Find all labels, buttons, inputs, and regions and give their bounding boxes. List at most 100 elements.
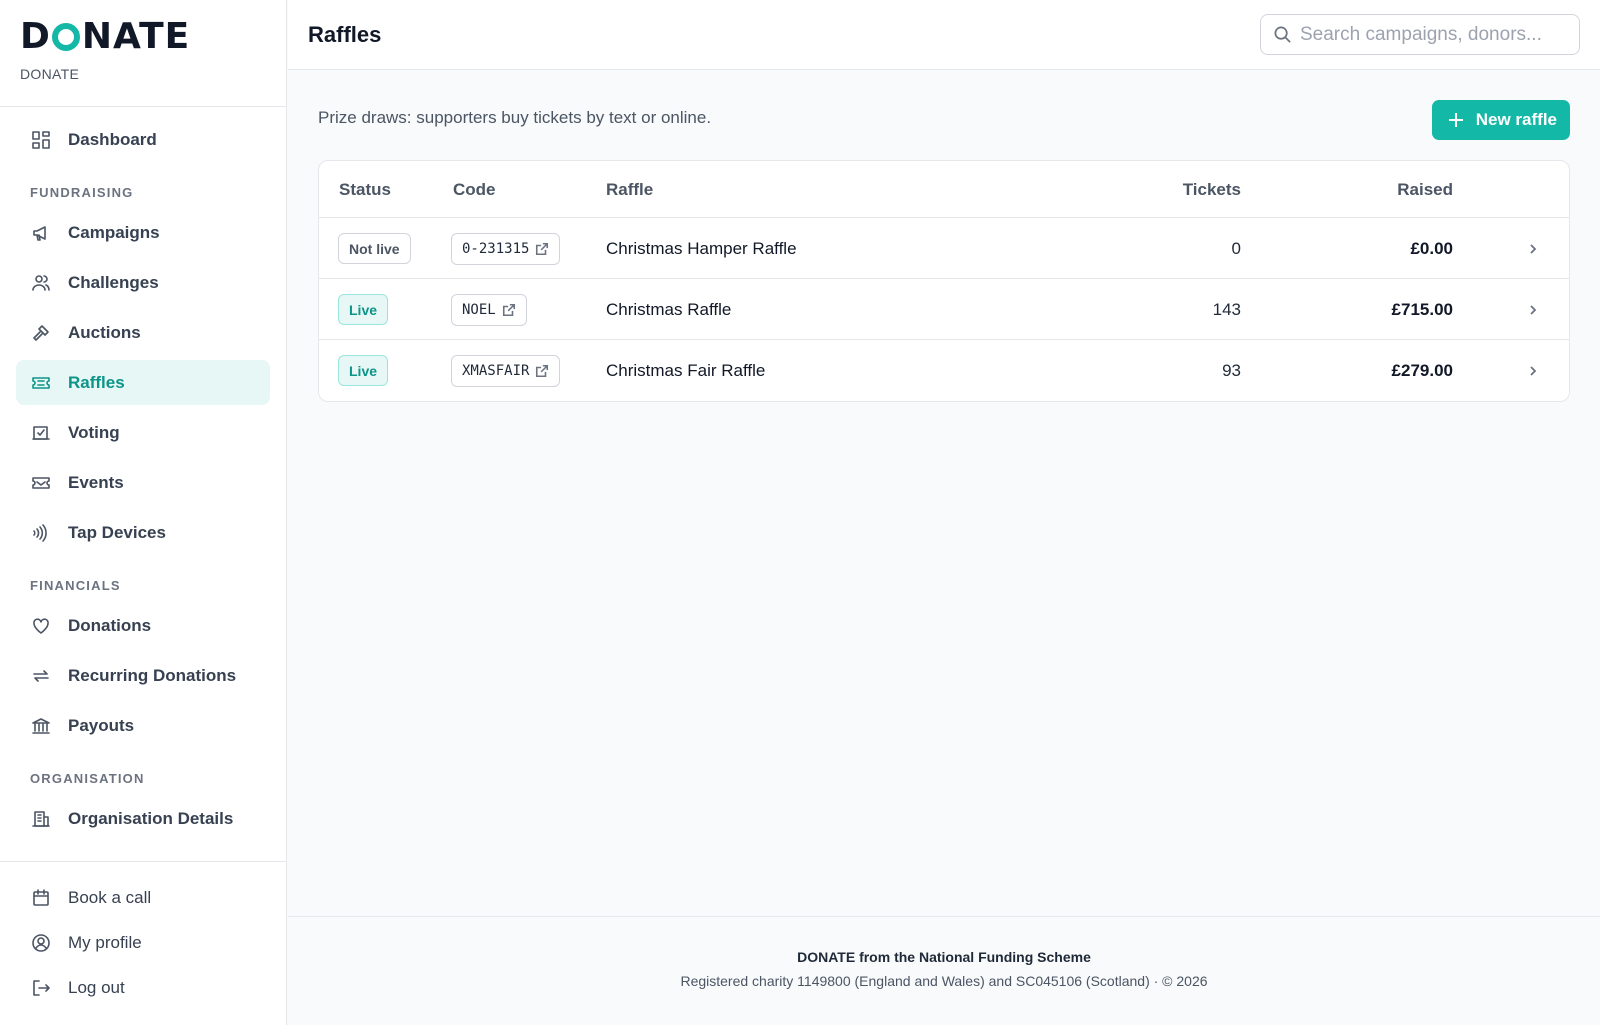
ticket-event-icon: [30, 472, 52, 494]
status-badge: Live: [338, 355, 389, 386]
raffle-code: NOEL: [462, 301, 496, 318]
sidebar-item-label: Dashboard: [68, 129, 157, 149]
sidebar-bottom-nav: Book a call My profile Log out: [0, 861, 287, 1013]
external-link-icon: [536, 242, 549, 255]
chevron-right-icon[interactable]: [1526, 218, 1540, 279]
chevron-right-icon[interactable]: [1526, 340, 1540, 401]
sidebar-item-label: Book a call: [68, 888, 152, 907]
sidebar-item-label: Auctions: [68, 322, 141, 342]
sidebar-item-my-profile[interactable]: My profile: [16, 923, 271, 963]
raffle-code-link[interactable]: XMASFAIR: [451, 354, 561, 387]
page-description: Prize draws: supporters buy tickets by t…: [318, 108, 712, 127]
calendar-icon: [30, 887, 52, 909]
tickets-count: 93: [1222, 360, 1241, 380]
footer-registration: Registered charity 1149800 (England and …: [680, 973, 1208, 989]
main-nav: Dashboard FUNDRAISING Campaigns Challeng…: [0, 107, 286, 841]
sidebar-item-label: Tap Devices: [68, 522, 166, 542]
sidebar-item-events[interactable]: Events: [16, 460, 270, 505]
sidebar-item-donations[interactable]: Donations: [16, 603, 270, 648]
column-header-tickets[interactable]: Tickets: [1161, 180, 1241, 200]
gavel-icon: [30, 322, 52, 344]
section-label-financials: FINANCIALS: [30, 578, 121, 593]
brand-header: D NATE DONATE: [0, 0, 286, 107]
sidebar-item-label: Challenges: [68, 272, 159, 292]
sidebar-item-label: Events: [68, 472, 124, 492]
section-label-organisation: ORGANISATION: [30, 771, 145, 786]
sidebar-item-raffles[interactable]: Raffles: [16, 360, 270, 405]
ticket-icon: [30, 372, 52, 394]
status-badge: Live: [338, 294, 389, 325]
column-header-status[interactable]: Status: [339, 180, 391, 200]
sidebar-item-label: Organisation Details: [68, 808, 234, 828]
page-title: Raffles: [308, 22, 382, 47]
brand-subtitle: DONATE: [20, 66, 80, 82]
raffle-code-link[interactable]: 0-231315: [451, 232, 561, 265]
repeat-icon: [30, 665, 52, 687]
table-row[interactable]: Live XMASFAIR Christmas Fair Raffle 93 £…: [319, 340, 1569, 401]
sidebar-item-label: Donations: [68, 615, 152, 635]
raffle-name: Christmas Fair Raffle: [606, 360, 766, 380]
column-header-raffle[interactable]: Raffle: [606, 180, 653, 200]
tickets-count: 0: [1231, 238, 1241, 258]
search-input[interactable]: [1300, 23, 1570, 46]
bank-icon: [30, 715, 52, 737]
sidebar-item-payouts[interactable]: Payouts: [16, 703, 270, 748]
heart-icon: [30, 615, 52, 637]
external-link-icon: [536, 364, 549, 377]
megaphone-icon: [30, 222, 52, 244]
user-circle-icon: [30, 932, 52, 954]
amount-raised: £279.00: [1391, 360, 1453, 380]
logout-icon: [30, 977, 52, 999]
sidebar-item-campaigns[interactable]: Campaigns: [16, 210, 270, 255]
building-icon: [30, 808, 52, 830]
search-icon: [1274, 26, 1291, 43]
raffle-code: 0-231315: [462, 240, 530, 257]
sidebar-item-organisation-details[interactable]: Organisation Details: [16, 796, 270, 841]
sidebar-item-label: Campaigns: [68, 222, 160, 242]
contactless-icon: [30, 522, 52, 544]
sidebar: D NATE DONATE Dashboard FUNDRAISING Campa…: [0, 0, 287, 1025]
sidebar-item-challenges[interactable]: Challenges: [16, 260, 270, 305]
column-header-code[interactable]: Code: [453, 180, 496, 200]
external-link-icon: [502, 303, 515, 316]
status-badge: Not live: [338, 233, 411, 264]
sidebar-item-label: Voting: [68, 422, 120, 442]
sidebar-item-label: Raffles: [68, 372, 125, 392]
raffle-name: Christmas Raffle: [606, 299, 732, 319]
sidebar-item-log-out[interactable]: Log out: [16, 968, 271, 1008]
chevron-right-icon[interactable]: [1526, 279, 1540, 340]
raffle-name: Christmas Hamper Raffle: [606, 238, 797, 258]
sidebar-item-label: Payouts: [68, 715, 135, 735]
table-row[interactable]: Not live 0-231315 Christmas Hamper Raffl…: [319, 218, 1569, 279]
raffle-code: XMASFAIR: [462, 362, 530, 379]
sidebar-item-label: Log out: [68, 978, 125, 997]
table-header: Status Code Raffle Tickets Raised: [319, 161, 1569, 218]
raffle-code-link[interactable]: NOEL: [451, 293, 527, 326]
search-box[interactable]: [1260, 14, 1580, 55]
sidebar-item-recurring-donations[interactable]: Recurring Donations: [16, 653, 270, 698]
section-label-fundraising: FUNDRAISING: [30, 185, 134, 200]
amount-raised: £0.00: [1410, 238, 1453, 258]
new-raffle-label: New raffle: [1475, 110, 1557, 129]
donate-logo[interactable]: D NATE: [20, 17, 286, 57]
new-raffle-button[interactable]: New raffle: [1431, 100, 1570, 140]
sidebar-item-tap-devices[interactable]: Tap Devices: [16, 510, 270, 555]
ballot-box-icon: [30, 422, 52, 444]
sidebar-item-dashboard[interactable]: Dashboard: [16, 117, 270, 162]
top-bar: Raffles: [288, 0, 1600, 70]
plus-icon: [1448, 113, 1463, 127]
sidebar-item-auctions[interactable]: Auctions: [16, 310, 270, 355]
column-header-raised[interactable]: Raised: [1313, 180, 1453, 200]
footer-title: DONATE from the National Funding Scheme: [797, 949, 1091, 965]
dashboard-icon: [30, 129, 52, 151]
sidebar-item-book-call[interactable]: Book a call: [16, 878, 271, 918]
raffles-table: Status Code Raffle Tickets Raised Not li…: [318, 160, 1570, 402]
amount-raised: £715.00: [1391, 299, 1453, 319]
sidebar-item-label: My profile: [68, 933, 142, 952]
table-row[interactable]: Live NOEL Christmas Raffle 143 £715.00: [319, 279, 1569, 340]
sidebar-item-label: Recurring Donations: [68, 665, 237, 685]
tickets-count: 143: [1212, 299, 1241, 319]
sidebar-item-voting[interactable]: Voting: [16, 410, 270, 455]
users-icon: [30, 272, 52, 294]
page-footer: DONATE from the National Funding Scheme …: [288, 916, 1600, 1025]
